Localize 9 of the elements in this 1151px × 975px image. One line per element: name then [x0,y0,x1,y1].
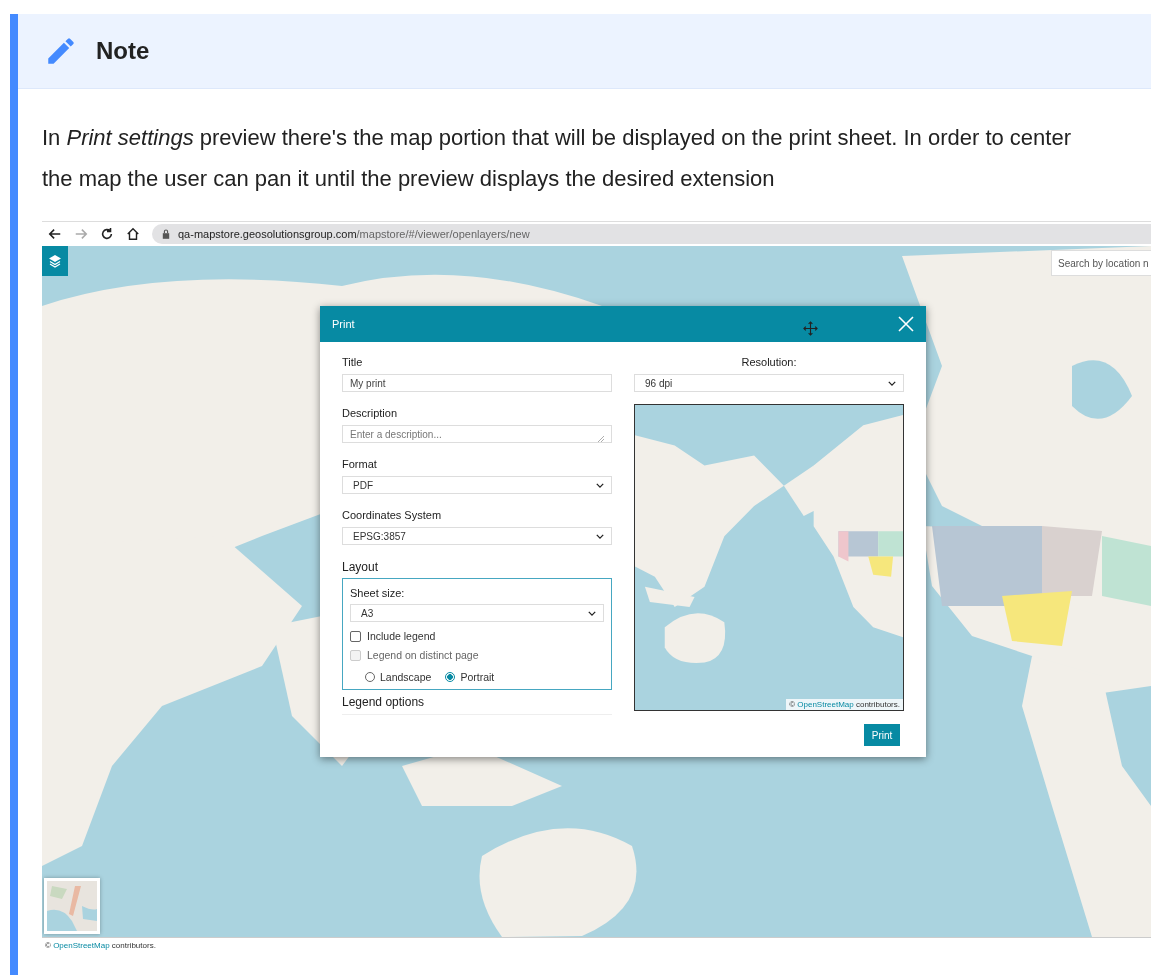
link[interactable]: OpenStreetMap [53,941,110,950]
lock-icon [162,229,170,239]
back-arrow-icon[interactable] [48,227,62,241]
address-bar[interactable]: qa-mapstore.geosolutionsgroup.com/mapstore/#/viewer/openlayers/new [152,224,1151,244]
note-title: Note [96,37,150,65]
home-icon[interactable] [126,227,140,241]
url-text: qa-mapstore.geosolutionsgroup.com/mapstore/#/viewer/openlayers/new [178,228,530,240]
note-paragraph: In Print settings preview there's the map portion that will be displayed on the print sheet. In order to center the map the user can pan it until the preview displays the desired extension [42,124,1072,193]
reload-icon[interactable] [100,227,114,241]
